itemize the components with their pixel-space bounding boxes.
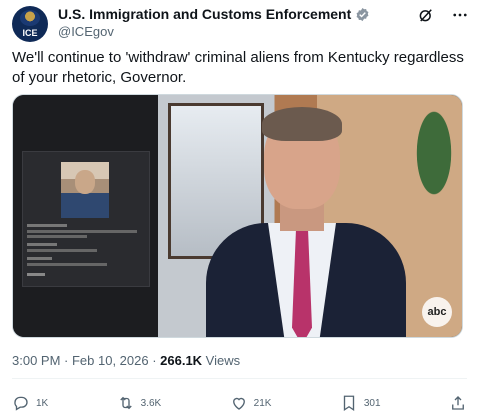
video-media[interactable]: abc: [12, 94, 463, 338]
mugshot-photo: [61, 162, 109, 218]
views-count: 266.1K: [160, 353, 203, 368]
reply-count: 1K: [36, 397, 49, 409]
repost-button[interactable]: 3.6K: [117, 394, 162, 412]
reply-icon: [14, 396, 28, 411]
repost-icon: [119, 396, 132, 410]
like-icon: [232, 397, 245, 410]
video-frame: abc: [158, 95, 462, 337]
ice-seal-icon: [20, 10, 40, 26]
mugshot-panel: [13, 95, 158, 337]
author-handle[interactable]: @ICEgov: [58, 24, 114, 39]
reply-button[interactable]: 1K: [12, 394, 48, 412]
tweet-meta: 3:00 PM · Feb 10, 2026 · 266.1K Views: [12, 353, 240, 368]
verified-badge-icon: [356, 7, 369, 21]
author-row: U.S. Immigration and Customs Enforcement: [58, 6, 370, 22]
background-plant: [404, 105, 462, 225]
bookmark-button[interactable]: 301: [340, 394, 381, 412]
grok-icon[interactable]: [417, 6, 435, 24]
share-icon: [452, 396, 464, 410]
bookmark-icon: [343, 395, 355, 412]
mugshot-card: [22, 151, 150, 287]
tweet-time[interactable]: 3:00 PM · Feb 10, 2026 ·: [12, 353, 160, 368]
avatar-logo-text: ICE: [22, 28, 38, 38]
divider: [12, 378, 467, 379]
governor-figure: [206, 105, 406, 337]
like-button[interactable]: 21K: [230, 394, 272, 412]
author-name[interactable]: U.S. Immigration and Customs Enforcement: [58, 6, 351, 22]
tweet-text: We'll continue to 'withdraw' criminal al…: [12, 49, 464, 86]
top-actions: [417, 6, 469, 24]
action-bar: 1K 3.6K 21K 301: [12, 394, 467, 412]
bookmark-count: 301: [363, 397, 381, 409]
share-button[interactable]: [449, 394, 467, 412]
more-icon[interactable]: [451, 6, 469, 24]
like-count: 21K: [253, 397, 272, 409]
mugshot-info-blur: [27, 224, 145, 276]
abc-logo: abc: [422, 297, 452, 327]
repost-count: 3.6K: [140, 397, 162, 409]
avatar[interactable]: ICE: [12, 6, 48, 42]
views-label: Views: [202, 353, 241, 368]
